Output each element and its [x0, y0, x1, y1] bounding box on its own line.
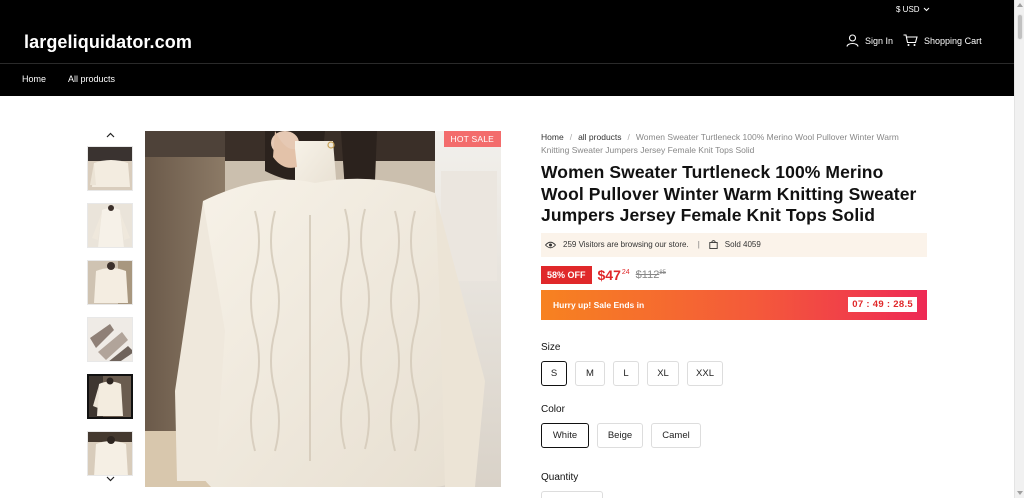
quantity-stepper[interactable] [541, 490, 603, 498]
site-logo[interactable]: largeliquidator.com [24, 32, 192, 53]
breadcrumb-home[interactable]: Home [541, 132, 564, 142]
sold-count-text: Sold 4059 [724, 240, 761, 249]
currency-label: $ USD [896, 5, 920, 14]
size-label: Size [541, 341, 561, 353]
sale-price-main: $47 [597, 266, 621, 283]
sweater-thumbnail-image [88, 261, 132, 304]
sale-price-cents: 24 [621, 268, 630, 276]
color-option-beige[interactable]: Beige [597, 422, 643, 448]
product-info: Home / all products / Women Sweater Turtlene… [541, 131, 927, 498]
sale-price: $47 24 [598, 267, 630, 283]
main-nav: Home All products [22, 74, 115, 84]
sign-in-link[interactable]: Sign In [846, 34, 893, 47]
product-title: Women Sweater Turtleneck 100% Merino Woo… [541, 162, 917, 225]
size-option-m[interactable]: M [575, 360, 605, 386]
hot-sale-badge: HOT SALE [443, 131, 501, 147]
sweater-thumbnail-image [88, 147, 132, 190]
sweater-product-photo [145, 131, 501, 487]
original-price-cents: 85 [659, 269, 667, 276]
product-page: $ USD largeliquidator.com Sign In Shoppi… [0, 0, 1014, 498]
sale-countdown-banner: Hurry up! Sale Ends in 07 : 49 : 28.5 [541, 289, 927, 320]
size-option-xl[interactable]: XL [647, 360, 679, 386]
scroll-up-arrow[interactable] [1017, 3, 1023, 7]
page-scrollbar[interactable] [1014, 0, 1024, 498]
color-label: Color [541, 403, 565, 415]
thumbnail-1[interactable] [87, 146, 133, 191]
site-header: $ USD largeliquidator.com Sign In Shoppi… [0, 0, 1014, 96]
scrollbar-thumb[interactable] [1017, 14, 1023, 40]
thumbnail-6[interactable] [87, 431, 133, 476]
thumbnail-up-button[interactable] [87, 130, 133, 140]
size-option-s[interactable]: S [541, 360, 567, 386]
nav-item-home[interactable]: Home [22, 74, 46, 84]
visitor-bar: 259 Visitors are browsing our store. | S… [541, 232, 927, 257]
chevron-up-icon [106, 132, 114, 138]
thumbnail-list [87, 146, 133, 488]
hurry-text: Hurry up! Sale Ends in [553, 299, 645, 310]
quantity-label: Quantity [541, 471, 579, 483]
bag-icon [709, 240, 718, 249]
discount-badge: 58% OFF [541, 265, 592, 284]
color-options: White Beige Camel [541, 422, 927, 448]
cart-label: Shopping Cart [924, 35, 982, 46]
original-price: $112 85 [636, 269, 666, 281]
size-options: S M L XL XXL [541, 360, 927, 386]
user-icon [846, 34, 859, 47]
scroll-down-arrow[interactable] [1017, 491, 1023, 495]
thumbnail-5[interactable] [87, 374, 133, 419]
breadcrumb-separator: / [569, 132, 573, 142]
eye-icon [545, 241, 556, 248]
sign-in-label: Sign In [865, 35, 894, 46]
visitor-separator: | [697, 240, 700, 249]
original-price-main: $112 [635, 268, 660, 281]
thumbnail-gallery [87, 130, 133, 482]
thumbnail-2[interactable] [87, 203, 133, 248]
sweater-thumbnail-image [89, 376, 131, 417]
main-product-image[interactable]: HOT SALE [145, 131, 501, 487]
breadcrumb: Home / all products / Women Sweater Turtlene… [541, 131, 927, 157]
cart-icon [903, 34, 918, 46]
color-option-white[interactable]: White [541, 422, 589, 448]
currency-selector[interactable]: $ USD [896, 5, 930, 14]
size-option-l[interactable]: L [613, 360, 639, 386]
visitor-count-text: 259 Visitors are browsing our store. [563, 240, 689, 249]
chevron-down-icon [106, 476, 114, 482]
countdown-timer: 07 : 49 : 28.5 [848, 297, 917, 312]
sweater-thumbnail-image [88, 432, 132, 475]
chevron-down-icon [923, 7, 929, 12]
thumbnail-down-button[interactable] [87, 474, 133, 484]
breadcrumb-separator: / [627, 132, 630, 142]
user-links: Sign In Shopping Cart [846, 34, 982, 47]
shopping-cart-link[interactable]: Shopping Cart [903, 34, 982, 47]
sweater-thumbnail-image [88, 204, 132, 247]
breadcrumb-all-products[interactable]: all products [578, 132, 621, 142]
sweater-thumbnail-image [88, 318, 132, 361]
color-option-camel[interactable]: Camel [651, 422, 701, 448]
size-option-xxl[interactable]: XXL [687, 360, 723, 386]
nav-divider [0, 63, 1014, 64]
thumbnail-3[interactable] [87, 260, 133, 305]
nav-item-all-products[interactable]: All products [68, 74, 115, 84]
thumbnail-4[interactable] [87, 317, 133, 362]
price-row: 58% OFF $47 24 $112 85 [541, 265, 927, 285]
